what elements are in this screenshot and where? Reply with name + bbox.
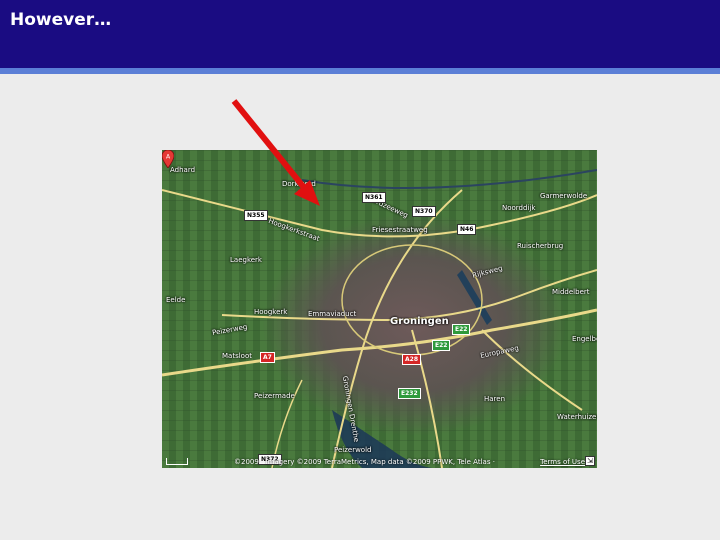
place-label: Garmerwolde (540, 192, 588, 200)
place-label: Eelde (166, 296, 186, 304)
road-shield: N46 (457, 224, 477, 235)
road-shield: E22 (452, 324, 471, 335)
place-label: Haren (484, 395, 506, 403)
place-label: Ruischerbrug (517, 242, 564, 250)
road-shield: A7 (260, 352, 275, 363)
place-label: Middelbert (552, 288, 590, 296)
place-label: Peizermade (254, 392, 295, 400)
street-label: Friesestraatweg (372, 226, 428, 234)
place-label: Noorddijk (502, 204, 536, 212)
expand-icon[interactable]: ⇲ (585, 456, 595, 466)
road-shield: N355 (244, 210, 268, 221)
place-label: Engelbert (572, 335, 597, 343)
city-label: Groningen (390, 316, 449, 327)
map-copyright: ©2009 · Imagery ©2009 TerraMetrics, Map … (234, 458, 495, 466)
location-marker-icon[interactable]: A (162, 150, 174, 168)
satellite-map[interactable]: Adhard Dorkwerd Garmerwolde Noorddijk Ru… (162, 150, 597, 468)
title-accent-stripe (0, 68, 720, 74)
road-shield: N361 (362, 192, 386, 203)
place-label: Matsloot (222, 352, 252, 360)
place-label: Dorkwerd (282, 180, 316, 188)
road-shield: A28 (402, 354, 421, 365)
road-shield: E232 (398, 388, 421, 399)
road-shield: N370 (412, 206, 436, 217)
place-label: Laegkerk (230, 256, 262, 264)
map-scale-bar (166, 458, 188, 465)
street-label: Emmaviaduct (308, 310, 357, 318)
slide-title: However… (10, 10, 112, 30)
place-label: Waterhuizen (557, 413, 597, 421)
road-shield: E22 (432, 340, 451, 351)
terms-of-use-link[interactable]: Terms of Use (540, 458, 585, 466)
place-label: Peizerwold (334, 446, 372, 454)
place-label: Hoogkerk (254, 308, 288, 316)
